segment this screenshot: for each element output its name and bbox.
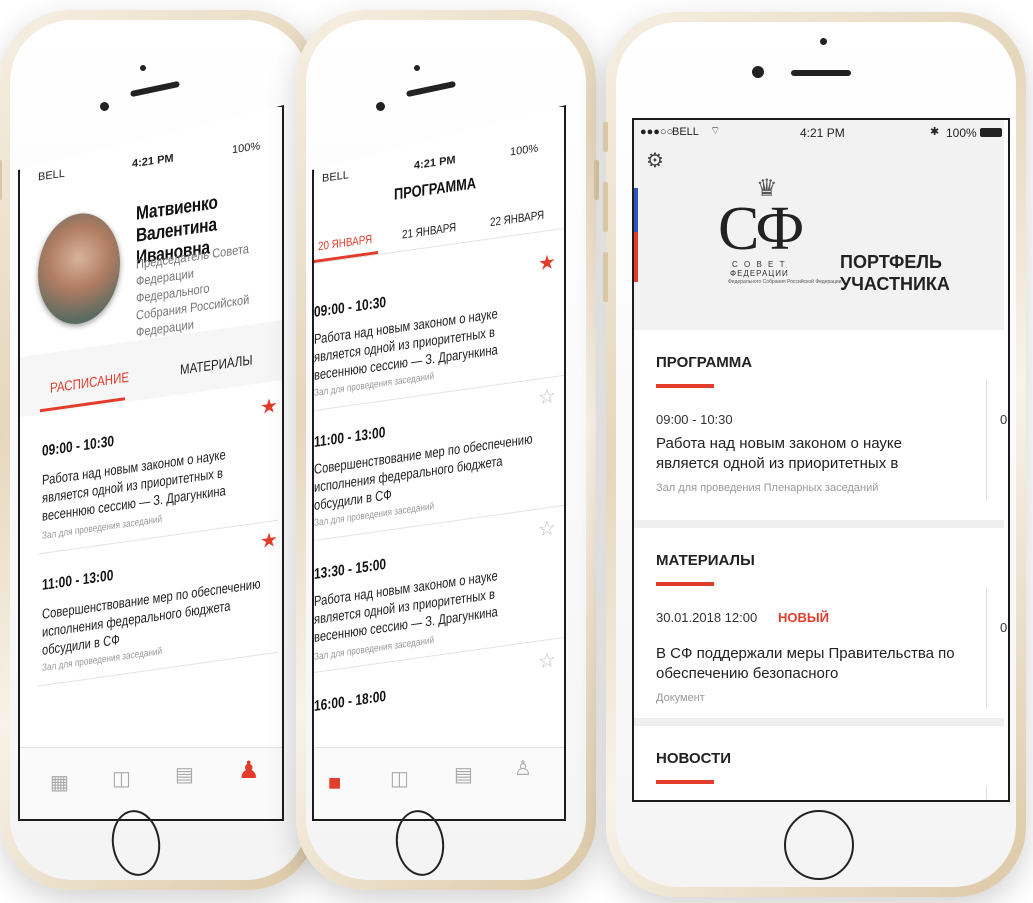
status-signal: ●●●○○ <box>640 126 674 138</box>
event-time: 09:00 - 10:30 <box>656 412 733 427</box>
chat-icon[interactable]: ▤ <box>175 762 194 787</box>
side-button <box>603 182 608 232</box>
new-badge: НОВЫЙ <box>778 610 829 625</box>
card-separator <box>986 588 987 708</box>
card-separator <box>986 380 987 500</box>
flag-stripe <box>634 188 638 232</box>
section-title: МАТЕРИАЛЫ <box>656 552 755 569</box>
material-type: Документ <box>656 692 705 704</box>
program-section: ПРОГРАММА 09:00 - 10:30 Работа над новым… <box>634 330 1008 520</box>
status-battery: 100% <box>232 140 261 157</box>
section-underline <box>656 780 714 784</box>
side-button <box>0 160 2 200</box>
star-icon[interactable]: ★ <box>260 529 278 554</box>
star-outline-icon[interactable]: ☆ <box>538 649 556 674</box>
screen: BELL 4:21 PM 100% ПРОГРАММА 20 ЯНВАРЯ 21… <box>312 105 566 821</box>
screen: BELL ●●●○○ ⌔ 4:21 PM ✱ 100% ⚙ ♛ СФ С О В… <box>632 118 1010 802</box>
logo-sub3: Федерального Собрания Российской Федерац… <box>728 279 842 285</box>
screen-content: BELL 4:21 PM 100% ПРОГРАММА 20 ЯНВАРЯ 21… <box>314 127 564 819</box>
material-title[interactable]: В СФ поддержали меры Правительства по об… <box>656 644 976 684</box>
avatar <box>38 207 120 330</box>
flag-stripe <box>634 232 638 282</box>
event-time: 11:00 - 13:00 <box>314 423 386 451</box>
event-time: 13:30 - 15:00 <box>314 555 387 583</box>
app-title: ПОРТФЕЛЬ <box>840 252 942 272</box>
tab-bar: ▦ ◫ ▤ ♟ <box>20 747 282 819</box>
section-gap <box>634 520 1004 528</box>
status-battery: 100% <box>946 126 977 140</box>
grid-icon[interactable]: ■ <box>328 770 341 796</box>
event-time: 09:00 - 10:30 <box>42 432 115 460</box>
tab-day-1[interactable]: 20 ЯНВАРЯ <box>318 232 372 254</box>
event-time: 16:00 - 18:00 <box>314 687 387 715</box>
side-button <box>603 252 608 302</box>
status-carrier: BELL <box>672 126 699 138</box>
section-title: НОВОСТИ <box>656 750 732 767</box>
app-header: BELL ●●●○○ ⌔ 4:21 PM ✱ 100% ⚙ ♛ СФ С О В… <box>634 120 1004 330</box>
section-title: ПРОГРАММА <box>656 354 753 371</box>
gear-icon[interactable]: ⚙ <box>646 148 664 173</box>
logo-sub2: ФЕДЕРАЦИИ <box>730 269 789 278</box>
status-battery: 100% <box>510 142 539 159</box>
tab-day-2[interactable]: 21 ЯНВАРЯ <box>402 220 456 242</box>
screen: BELL 4:21 PM 100% Матвиенко Валентина Ив… <box>18 105 284 821</box>
event-location: Зал для проведения Пленарных заседаний <box>656 482 879 494</box>
side-button <box>594 160 599 200</box>
speaker <box>791 70 851 76</box>
section-underline <box>656 582 714 586</box>
profile-icon[interactable]: ♙ <box>514 756 532 781</box>
star-outline-icon[interactable]: ☆ <box>538 517 556 542</box>
phone-portfolio: BELL ●●●○○ ⌔ 4:21 PM ✱ 100% ⚙ ♛ СФ С О В… <box>603 12 1026 897</box>
camera <box>100 102 109 111</box>
logo-letters: СФ <box>718 195 804 263</box>
logo-sub: С О В Е Т <box>732 260 787 269</box>
tab-day-3[interactable]: 22 ЯНВАРЯ <box>490 208 544 230</box>
status-carrier: BELL <box>322 169 349 185</box>
card-separator <box>986 786 987 800</box>
status-time: 4:21 PM <box>414 154 456 172</box>
side-button <box>603 122 608 152</box>
news-section: НОВОСТИ <box>634 726 1004 800</box>
camera <box>376 102 385 111</box>
materials-section: МАТЕРИАЛЫ 30.01.2018 12:00 НОВЫЙ В СФ по… <box>634 528 1008 718</box>
front-sensor <box>820 38 827 45</box>
camera <box>752 66 764 78</box>
profile-icon[interactable]: ♟ <box>238 756 260 785</box>
battery-icon <box>980 128 1002 137</box>
home-button[interactable] <box>784 810 854 880</box>
front-sensor <box>414 65 420 71</box>
status-time: 4:21 PM <box>800 126 845 140</box>
status-carrier: BELL <box>38 167 65 184</box>
app-title: УЧАСТНИКА <box>840 274 950 294</box>
event-time: 09:00 - 10:30 <box>314 293 387 321</box>
front-sensor <box>140 65 146 71</box>
status-time: 4:21 PM <box>132 152 174 171</box>
phone-program: BELL 4:21 PM 100% ПРОГРАММА 20 ЯНВАРЯ 21… <box>296 10 599 890</box>
material-date: 30.01.2018 12:00 <box>656 610 758 625</box>
map-icon[interactable]: ◫ <box>112 766 131 791</box>
wifi-icon: ⌔ <box>710 125 721 137</box>
event-title[interactable]: Работа над новым законом о науке являетс… <box>656 434 946 474</box>
map-icon[interactable]: ◫ <box>390 766 409 791</box>
star-icon[interactable]: ★ <box>538 251 556 276</box>
screen-content: BELL 4:21 PM 100% Матвиенко Валентина Ив… <box>20 125 282 819</box>
page-title: ПРОГРАММА <box>394 175 477 204</box>
grid-icon[interactable]: ▦ <box>50 770 69 795</box>
next-card-peek: 0 <box>1000 412 1008 427</box>
tab-bar: ■ ◫ ▤ ♙ <box>314 747 564 819</box>
section-gap <box>634 718 1004 726</box>
star-outline-icon[interactable]: ☆ <box>538 385 556 410</box>
section-underline <box>656 384 714 388</box>
phone-profile: BELL 4:21 PM 100% Матвиенко Валентина Ив… <box>0 10 318 890</box>
star-icon[interactable]: ★ <box>260 395 278 420</box>
bluetooth-icon: ✱ <box>930 126 940 138</box>
event-time: 11:00 - 13:00 <box>42 566 114 594</box>
next-card-peek: 0 <box>1000 620 1008 635</box>
chat-icon[interactable]: ▤ <box>454 762 473 787</box>
